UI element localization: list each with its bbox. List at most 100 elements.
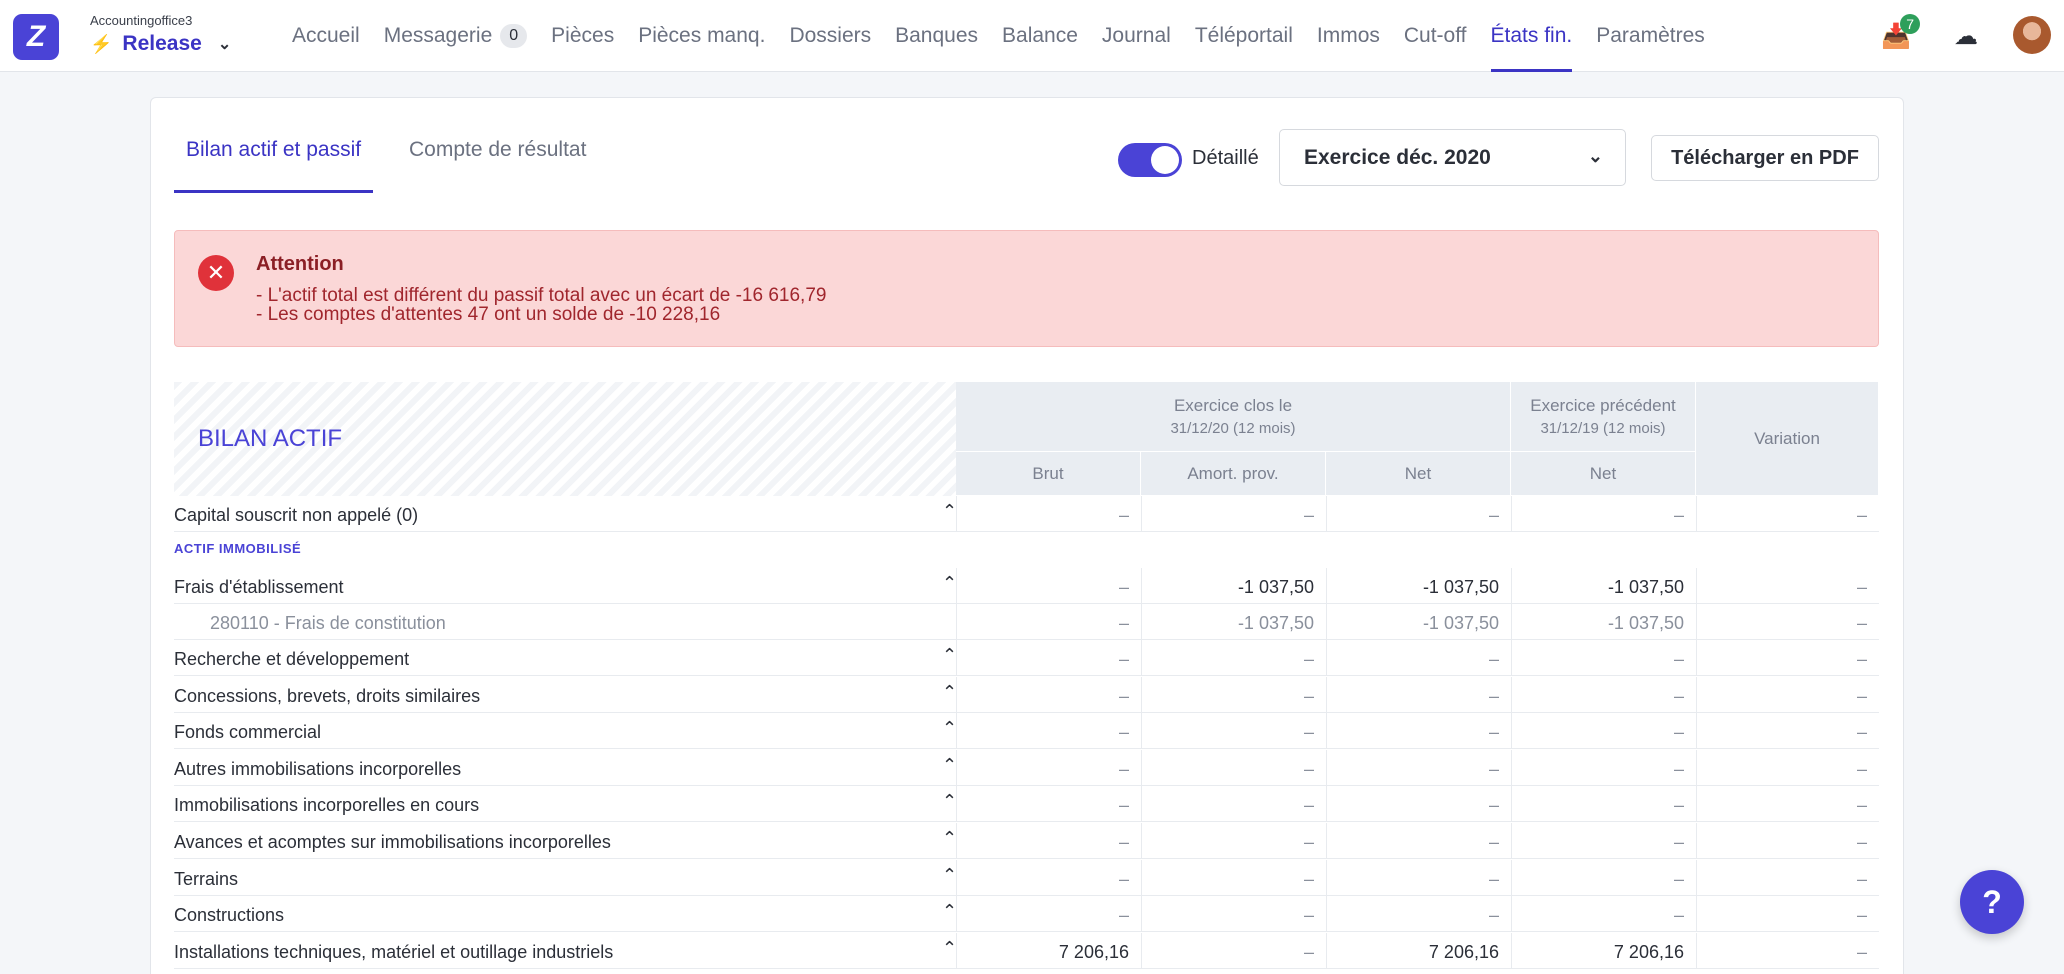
- nav-accueil[interactable]: Accueil: [280, 0, 372, 72]
- header-net-prev: Net: [1511, 452, 1696, 496]
- cell-net: –: [1488, 722, 1499, 743]
- cell-net-prev: 7 206,16: [1613, 941, 1684, 962]
- cell-net-prev: –: [1673, 685, 1684, 706]
- cell-brut: 7 206,16: [1058, 941, 1129, 962]
- table-row: Concessions, brevets, droits similaires ⌃…: [174, 676, 1879, 713]
- cell-amort: –: [1303, 941, 1314, 962]
- nav-banques[interactable]: Banques: [883, 0, 990, 72]
- tab-bilan[interactable]: Bilan actif et passif: [174, 138, 374, 193]
- nav-pieces[interactable]: Pièces: [539, 0, 626, 72]
- avatar[interactable]: [2013, 16, 2051, 54]
- help-button[interactable]: ?: [1960, 870, 2024, 934]
- cell-net: –: [1488, 868, 1499, 889]
- release-selector[interactable]: ⚡ Release ⌄: [90, 32, 231, 56]
- cell-var: –: [1856, 613, 1867, 633]
- error-icon: ✕: [198, 255, 234, 291]
- table-row: Capital souscrit non appelé (0) ⌃ – – – – –: [174, 496, 1879, 532]
- cell-net: –: [1488, 758, 1499, 779]
- cell-net: –: [1488, 685, 1499, 706]
- collapse-caret-icon[interactable]: ⌃: [942, 755, 957, 776]
- cell-brut: –: [1118, 905, 1129, 926]
- cell-net-prev: –: [1673, 868, 1684, 889]
- nav-immos[interactable]: Immos: [1305, 0, 1392, 72]
- header-variation: Variation: [1696, 382, 1879, 496]
- inbox-icon[interactable]: 📥 7: [1878, 14, 1920, 54]
- cell-net-prev: -1 037,50: [1607, 613, 1684, 633]
- cell-var: –: [1856, 577, 1867, 597]
- cell-var: –: [1856, 795, 1867, 816]
- header-net: Net: [1326, 452, 1511, 496]
- cell-net: –: [1488, 505, 1499, 525]
- collapse-caret-icon[interactable]: ⌃: [942, 645, 957, 666]
- download-pdf-button[interactable]: Télécharger en PDF: [1651, 135, 1879, 181]
- cell-net-prev: –: [1673, 758, 1684, 779]
- detail-toggle[interactable]: [1118, 143, 1182, 177]
- cell-net-prev: –: [1673, 905, 1684, 926]
- tab-compte-resultat[interactable]: Compte de résultat: [397, 138, 598, 193]
- header-amort: Amort. prov.: [1141, 452, 1326, 496]
- nav-etats-fin[interactable]: États fin.: [1479, 0, 1585, 72]
- cell-brut: –: [1118, 505, 1129, 525]
- collapse-caret-icon[interactable]: ⌃: [942, 791, 957, 812]
- message-count-badge: 0: [500, 24, 528, 48]
- cell-net-prev: –: [1673, 722, 1684, 743]
- cell-brut: –: [1118, 613, 1129, 633]
- collapse-caret-icon[interactable]: ⌃: [942, 501, 957, 522]
- cell-amort: –: [1303, 795, 1314, 816]
- table-row: Fonds commercial ⌃ – – – – –: [174, 713, 1879, 750]
- row-label: Constructions: [174, 905, 285, 926]
- collapse-caret-icon[interactable]: ⌃: [942, 682, 957, 703]
- collapse-caret-icon[interactable]: ⌃: [942, 865, 957, 886]
- cloud-upload-icon[interactable]: ☁: [1948, 18, 1984, 54]
- row-label: Concessions, brevets, droits similaires: [174, 685, 481, 706]
- table-row: Frais d'établissement ⌃ – -1 037,50 -1 037,5…: [174, 568, 1879, 604]
- detail-toggle-label: Détaillé: [1192, 147, 1259, 169]
- header-brut: Brut: [956, 452, 1141, 496]
- cell-var: –: [1856, 941, 1867, 962]
- nav-cut-off[interactable]: Cut-off: [1392, 0, 1479, 72]
- bolt-icon: ⚡: [90, 33, 113, 54]
- financial-statements-card: Bilan actif et passif Compte de résultat…: [150, 97, 1904, 974]
- cell-brut: –: [1118, 649, 1129, 669]
- collapse-caret-icon[interactable]: ⌃: [942, 938, 957, 959]
- collapse-caret-icon[interactable]: ⌃: [942, 828, 957, 849]
- table-title: BILAN ACTIF: [198, 425, 343, 452]
- collapse-caret-icon[interactable]: ⌃: [942, 573, 957, 594]
- section-actif-immobilise: ACTIF IMMOBILISÉ: [174, 541, 302, 556]
- table-row: Avances et acomptes sur immobilisations …: [174, 823, 1879, 859]
- notification-badge: 7: [1900, 14, 1920, 34]
- cell-amort: –: [1303, 505, 1314, 525]
- row-label: 280110 - Frais de constitution: [210, 613, 446, 633]
- cell-net: -1 037,50: [1422, 577, 1499, 597]
- collapse-caret-icon[interactable]: ⌃: [942, 901, 957, 922]
- nav-parametres[interactable]: Paramètres: [1584, 0, 1717, 72]
- header-exercise-closed: Exercice clos le 31/12/20 (12 mois): [956, 382, 1511, 452]
- nav-teleportail[interactable]: Téléportail: [1183, 0, 1305, 72]
- collapse-caret-icon[interactable]: ⌃: [942, 718, 957, 739]
- warning-alert: ✕ Attention - L'actif total est différen…: [174, 230, 1879, 347]
- cell-brut: –: [1118, 832, 1129, 852]
- row-label: Frais d'établissement: [174, 577, 344, 597]
- nav-journal[interactable]: Journal: [1090, 0, 1183, 72]
- row-label: Recherche et développement: [174, 649, 410, 669]
- cell-amort: –: [1303, 722, 1314, 743]
- nav-dossiers[interactable]: Dossiers: [777, 0, 883, 72]
- app-logo-icon[interactable]: Z: [13, 14, 59, 60]
- cell-amort: –: [1303, 832, 1314, 852]
- nav-pieces-manq[interactable]: Pièces manq.: [626, 0, 777, 72]
- table-row: Autres immobilisations incorporelles ⌃ – – –…: [174, 749, 1879, 786]
- cell-net-prev: –: [1673, 795, 1684, 816]
- org-name: Accountingoffice3: [90, 13, 193, 28]
- cell-var: –: [1856, 868, 1867, 889]
- chevron-down-icon: ⌄: [217, 36, 232, 53]
- table-title-cell: BILAN ACTIF: [174, 382, 956, 496]
- row-label: Autres immobilisations incorporelles: [174, 758, 462, 779]
- toggle-knob: [1151, 146, 1179, 174]
- nav-balance[interactable]: Balance: [990, 0, 1090, 72]
- cell-net: –: [1488, 832, 1499, 852]
- nav-messagerie[interactable]: Messagerie 0: [372, 0, 539, 72]
- cell-var: –: [1856, 649, 1867, 669]
- cell-net: –: [1488, 795, 1499, 816]
- exercise-select[interactable]: Exercice déc. 2020 ⌄: [1279, 129, 1626, 186]
- cell-net-prev: –: [1673, 649, 1684, 669]
